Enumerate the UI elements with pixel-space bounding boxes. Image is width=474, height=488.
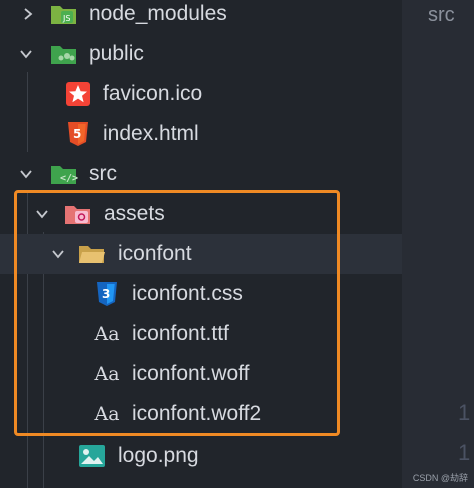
tree-item-index-html[interactable]: 5 index.html — [0, 114, 402, 154]
src-folder-icon: </> — [50, 161, 78, 187]
tree-item-label: favicon.ico — [103, 82, 203, 105]
chevron-down-icon — [20, 48, 32, 60]
tree-item-logo[interactable]: logo.png — [0, 436, 402, 476]
tree-item-label: src — [89, 162, 117, 185]
file-explorer: JS node_modules public favicon.ico 5 ind… — [0, 0, 402, 488]
star-icon — [64, 81, 92, 107]
svg-text:</>: </> — [60, 173, 78, 184]
tree-item-label: logo.png — [118, 444, 199, 467]
tree-item-public[interactable]: public — [0, 34, 402, 74]
tree-item-label: node_modules — [89, 2, 227, 25]
html5-icon: 5 — [64, 121, 92, 147]
tree-item-src[interactable]: </> src — [0, 154, 402, 194]
tree-item-node-modules[interactable]: JS node_modules — [0, 0, 402, 34]
public-folder-icon — [50, 41, 78, 67]
tree-item-label: index.html — [103, 122, 199, 145]
svg-text:5: 5 — [73, 127, 81, 141]
tree-item-favicon[interactable]: favicon.ico — [0, 74, 402, 114]
tree-item-label: public — [89, 42, 144, 65]
svg-text:JS: JS — [62, 14, 70, 23]
editor-tab[interactable]: src — [428, 4, 455, 27]
watermark: CSDN @劫辞 — [412, 473, 468, 483]
chevron-right-icon — [22, 8, 34, 20]
node-modules-folder-icon: JS — [50, 1, 78, 27]
image-icon — [78, 443, 106, 469]
highlight-box — [14, 190, 340, 436]
chevron-down-icon — [20, 168, 32, 180]
line-number: 1 — [458, 440, 471, 465]
line-number: 1 — [458, 400, 471, 425]
editor-pane: src 1 1 — [402, 0, 474, 488]
